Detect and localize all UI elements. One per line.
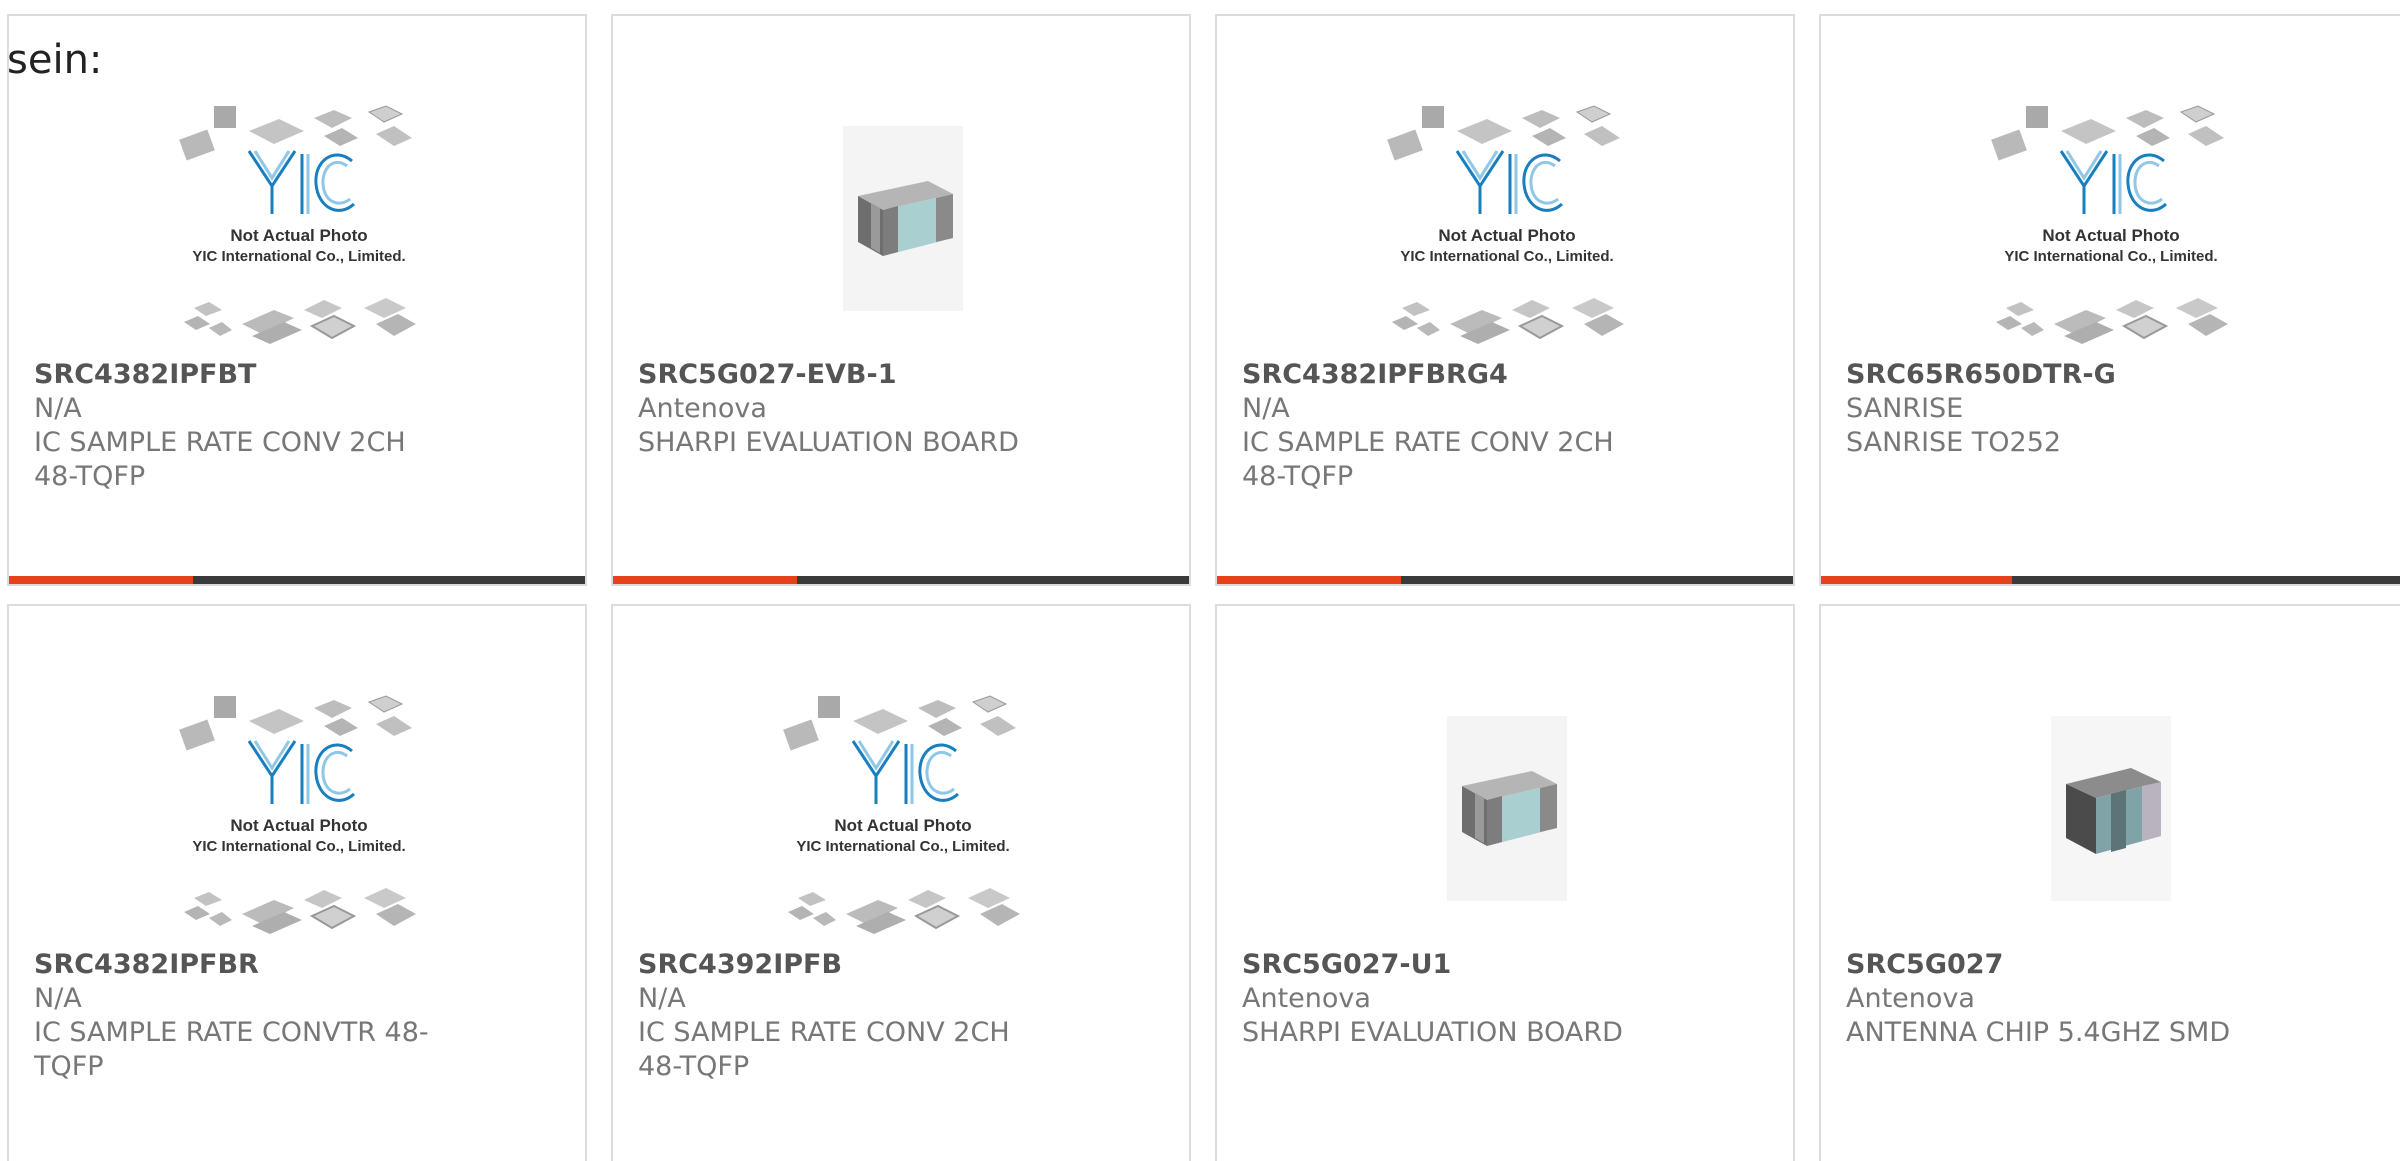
product-card[interactable]: Not Actual Photo YIC International Co., … [611,604,1191,1161]
description: SHARPI EVALUATION BOARD [638,427,1019,458]
product-image[interactable] [758,86,1048,356]
svg-text:Not Actual Photo: Not Actual Photo [230,226,367,245]
product-image[interactable] [1966,676,2256,946]
svg-text:YIC International Co., Limited: YIC International Co., Limited. [796,838,1009,855]
svg-text:YIC International Co., Limited: YIC International Co., Limited. [192,838,405,855]
svg-text:YIC International Co., Limited: YIC International Co., Limited. [2004,248,2217,265]
description: IC SAMPLE RATE CONVTR 48-TQFP [34,1017,429,1082]
product-image-placeholder[interactable]: Not Actual Photo YIC International Co., … [1362,86,1652,356]
product-card[interactable]: Not Actual Photo YIC International Co., … [7,14,587,586]
description: SANRISE TO252 [1846,427,2062,458]
svg-text:Not Actual Photo: Not Actual Photo [1438,226,1575,245]
part-number-link[interactable]: SRC65R650DTR-G [1846,358,2266,392]
product-image-placeholder[interactable]: Not Actual Photo YIC International Co., … [154,676,444,946]
manufacturer: N/A [34,393,82,424]
part-number-link[interactable]: SRC4382IPFBR [34,948,454,982]
description: IC SAMPLE RATE CONV 2CH 48-TQFP [638,1017,1010,1082]
part-number-link[interactable]: SRC4382IPFBT [34,358,454,392]
lead-text: sein: [7,37,103,83]
product-card[interactable]: SRC5G027 Antenova ANTENNA CHIP 5.4GHZ SM… [1819,604,2400,1161]
product-image[interactable] [1362,676,1652,946]
part-number-link[interactable]: SRC5G027 [1846,948,2266,982]
svg-text:Not Actual Photo: Not Actual Photo [230,816,367,835]
progress-bar [613,576,1189,584]
progress-bar [9,576,585,584]
product-image-placeholder[interactable]: Not Actual Photo YIC International Co., … [154,86,444,356]
svg-text:YIC International Co., Limited: YIC International Co., Limited. [1400,248,1613,265]
progress-fill [1217,576,1402,584]
svg-text:Not Actual Photo: Not Actual Photo [2042,226,2179,245]
product-grid-page: sein: Not Actual Photo YIC International… [0,0,2400,1161]
manufacturer: Antenova [1242,983,1371,1014]
product-card[interactable]: SRC5G027-U1 Antenova SHARPI EVALUATION B… [1215,604,1795,1161]
product-card[interactable]: SRC5G027-EVB-1 Antenova SHARPI EVALUATIO… [611,14,1191,586]
product-card[interactable]: Not Actual Photo YIC International Co., … [1819,14,2400,586]
product-card[interactable]: Not Actual Photo YIC International Co., … [1215,14,1795,586]
product-image-placeholder[interactable]: Not Actual Photo YIC International Co., … [1966,86,2256,356]
product-card[interactable]: Not Actual Photo YIC International Co., … [7,604,587,1161]
description: IC SAMPLE RATE CONV 2CH 48-TQFP [1242,427,1614,492]
part-number-link[interactable]: SRC5G027-U1 [1242,948,1662,982]
part-number-link[interactable]: SRC4382IPFBRG4 [1242,358,1662,392]
manufacturer: Antenova [638,393,767,424]
part-number-link[interactable]: SRC4392IPFB [638,948,1058,982]
manufacturer: N/A [1242,393,1290,424]
product-image-placeholder[interactable]: Not Actual Photo YIC International Co., … [758,676,1048,946]
description: IC SAMPLE RATE CONV 2CH 48-TQFP [34,427,406,492]
manufacturer: SANRISE [1846,393,1964,424]
manufacturer: N/A [638,983,686,1014]
manufacturer: N/A [34,983,82,1014]
svg-text:YIC International Co., Limited: YIC International Co., Limited. [192,248,405,265]
progress-fill [613,576,798,584]
part-number-link[interactable]: SRC5G027-EVB-1 [638,358,1058,392]
description: SHARPI EVALUATION BOARD [1242,1017,1623,1048]
progress-fill [1821,576,2012,584]
svg-text:Not Actual Photo: Not Actual Photo [834,816,971,835]
progress-bar [1821,576,2400,584]
progress-bar [1217,576,1793,584]
description: ANTENNA CHIP 5.4GHZ SMD [1846,1017,2231,1048]
progress-fill [9,576,194,584]
manufacturer: Antenova [1846,983,1975,1014]
